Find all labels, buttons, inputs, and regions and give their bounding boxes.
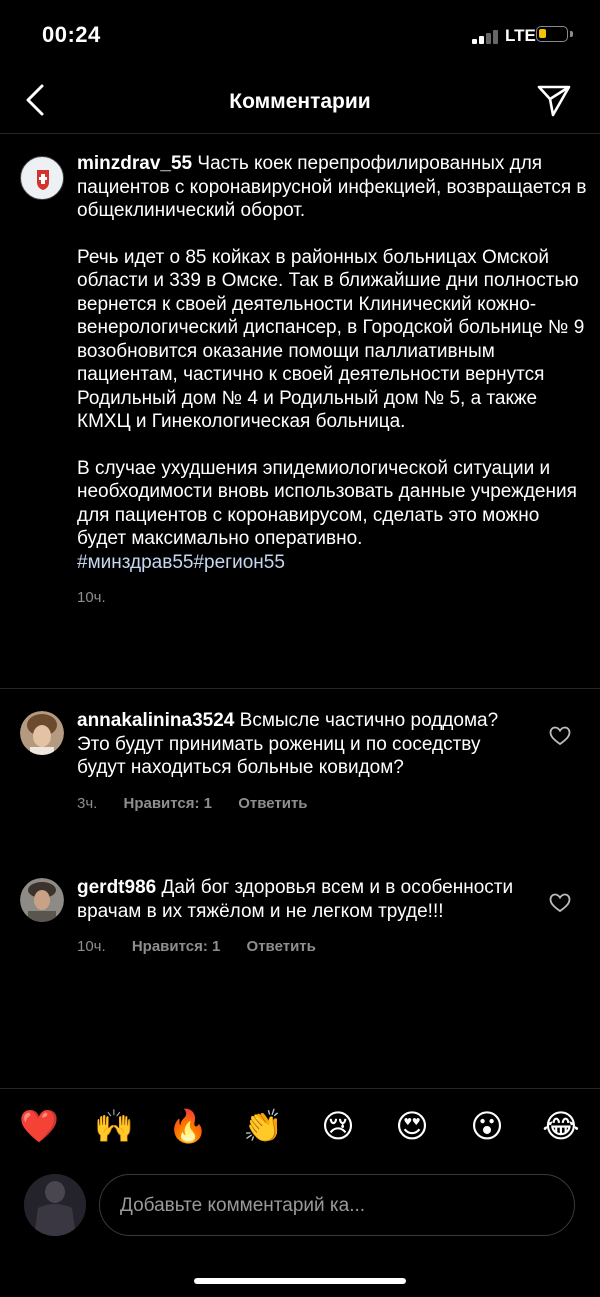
likes-count[interactable]: Нравится: 1 [132, 938, 221, 955]
avatar-photo-icon [24, 1174, 86, 1236]
emoji-heart-button[interactable]: ❤️ [19, 1106, 59, 1146]
post-paragraph-3: В случае ухудшения эпидемиологической си… [77, 457, 577, 550]
emoji-surprised-button[interactable]: 😮 [467, 1106, 507, 1146]
post-paragraph-2: Речь идет о 85 койках в районных больниц… [77, 246, 585, 433]
reply-button[interactable]: Ответить [238, 795, 307, 812]
page-title: Комментарии [229, 90, 371, 113]
network-label: LTE [505, 26, 536, 45]
emoji-raised-hands-button[interactable]: 🙌 [94, 1106, 134, 1146]
comment-input-container [99, 1174, 575, 1237]
status-time: 00:24 [42, 22, 101, 47]
signal-icon [472, 28, 502, 44]
comment-body: annakalinina3524 Всмысле частично роддом… [77, 709, 517, 815]
status-bar: 00:24 LTE [0, 0, 600, 70]
emoji-bar: ❤️ 🙌 🔥 👏 😢 😍 😮 😂 [0, 1106, 600, 1152]
comment-username[interactable]: annakalinina3524 [77, 710, 234, 731]
comment-time: 3ч. [77, 794, 98, 812]
comment-time: 10ч. [77, 938, 106, 955]
current-user-avatar[interactable] [24, 1174, 86, 1236]
avatar-photo-icon [20, 711, 64, 755]
emoji-laughing-button[interactable]: 😂 [541, 1106, 581, 1146]
divider [0, 688, 600, 689]
post-text-block: minzdrav_55 Часть коек перепрофилированн… [77, 152, 587, 610]
commenter-avatar[interactable] [20, 711, 64, 755]
comment-body: gerdt986 Дай бог здоровья всем и в особе… [77, 876, 517, 959]
post-hashtags[interactable]: #минздрав55#регион55 [77, 551, 587, 575]
emoji-clap-button[interactable]: 👏 [243, 1106, 283, 1146]
post-meta: 10ч. [77, 586, 587, 610]
header: Комментарии [0, 70, 600, 134]
emoji-fire-button[interactable]: 🔥 [168, 1106, 208, 1146]
comment-meta: 10ч. Нравится: 1 Ответить [77, 935, 517, 959]
comment-username[interactable]: gerdt986 [77, 877, 156, 898]
post-time: 10ч. [77, 589, 106, 606]
post-author-avatar[interactable] [20, 156, 64, 200]
likes-count[interactable]: Нравится: 1 [124, 795, 213, 812]
post-paragraph: minzdrav_55 Часть коек перепрофилированн… [77, 152, 587, 223]
send-icon[interactable] [535, 82, 573, 118]
comment-input[interactable] [118, 1175, 562, 1237]
avatar-photo-icon [20, 878, 64, 922]
heart-icon[interactable] [549, 726, 571, 746]
emblem-icon [23, 159, 63, 199]
commenter-avatar[interactable] [20, 878, 64, 922]
post-username[interactable]: minzdrav_55 [77, 153, 192, 174]
reply-button[interactable]: Ответить [247, 938, 316, 955]
emoji-crying-button[interactable]: 😢 [318, 1106, 358, 1146]
divider [0, 1088, 600, 1089]
comment-meta: 3ч. Нравится: 1 Ответить [77, 792, 517, 816]
heart-icon[interactable] [549, 893, 571, 913]
home-indicator[interactable] [194, 1278, 406, 1284]
emoji-heart-eyes-button[interactable]: 😍 [392, 1106, 432, 1146]
battery-icon [536, 26, 568, 42]
battery-tip [570, 31, 573, 37]
